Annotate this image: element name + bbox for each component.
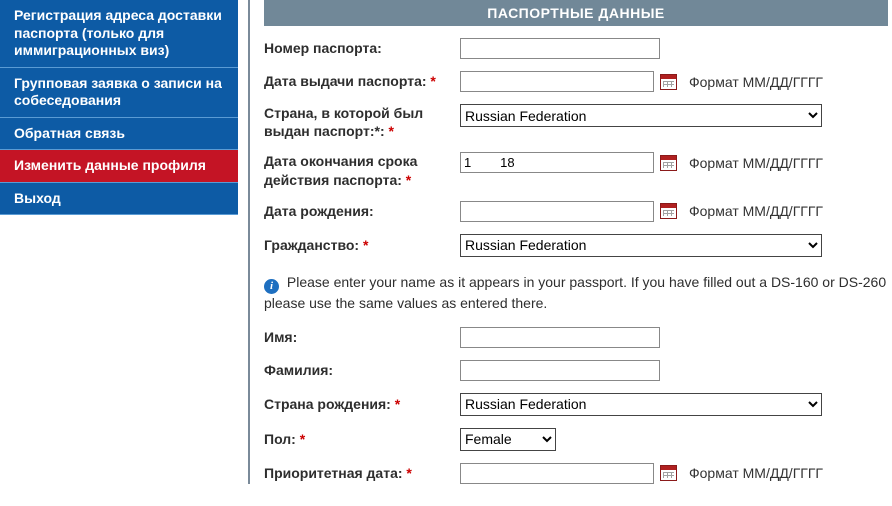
label-expiry-date: Дата окончания срока действия паспорта: … [264, 152, 460, 188]
label-birth-date: Дата рождения: [264, 202, 460, 220]
name-info-note: i Please enter your name as it appears i… [264, 269, 888, 327]
nav-edit-profile[interactable]: Изменить данные профиля [0, 150, 238, 183]
issue-country-select[interactable]: Russian Federation [460, 104, 822, 127]
label-first-name: Имя: [264, 328, 460, 346]
nav-passport-delivery[interactable]: Регистрация адреса доставки паспорта (то… [0, 0, 238, 68]
birth-country-select[interactable]: Russian Federation [460, 393, 822, 416]
label-issue-date: Дата выдачи паспорта: * [264, 72, 460, 90]
calendar-icon[interactable] [660, 203, 677, 219]
label-last-name: Фамилия: [264, 361, 460, 379]
calendar-icon[interactable] [660, 155, 677, 171]
nav-feedback[interactable]: Обратная связь [0, 118, 238, 151]
passport-number-input[interactable] [460, 38, 660, 59]
nav-logout[interactable]: Выход [0, 183, 238, 216]
passport-form: Номер паспорта: Дата выдачи паспорта: * … [264, 26, 888, 484]
date-format-hint: Формат ММ/ДД/ГГГГ [689, 155, 823, 171]
birth-date-input[interactable] [460, 201, 654, 222]
nav-group-appointment[interactable]: Групповая заявка о записи на собеседован… [0, 68, 238, 118]
label-citizenship: Гражданство: * [264, 236, 460, 254]
label-gender: Пол: * [264, 430, 460, 448]
panel-title: ПАСПОРТНЫЕ ДАННЫЕ [264, 0, 888, 26]
label-priority-date: Приоритетная дата: * [264, 464, 460, 482]
gender-select[interactable]: Female [460, 428, 556, 451]
calendar-icon[interactable] [660, 74, 677, 90]
label-passport-number: Номер паспорта: [264, 39, 460, 57]
label-issue-country: Страна, в которой был выдан паспорт:*: * [264, 104, 460, 140]
date-format-hint: Формат ММ/ДД/ГГГГ [689, 203, 823, 219]
last-name-input[interactable] [460, 360, 660, 381]
info-icon: i [264, 279, 279, 294]
label-birth-country: Страна рождения: * [264, 395, 460, 413]
expiry-date-input[interactable] [460, 152, 654, 173]
date-format-hint: Формат ММ/ДД/ГГГГ [689, 74, 823, 90]
calendar-icon[interactable] [660, 465, 677, 481]
priority-date-input[interactable] [460, 463, 654, 484]
first-name-input[interactable] [460, 327, 660, 348]
citizenship-select[interactable]: Russian Federation [460, 234, 822, 257]
issue-date-input[interactable] [460, 71, 654, 92]
date-format-hint: Формат ММ/ДД/ГГГГ [689, 465, 823, 481]
sidebar: Регистрация адреса доставки паспорта (то… [0, 0, 238, 496]
